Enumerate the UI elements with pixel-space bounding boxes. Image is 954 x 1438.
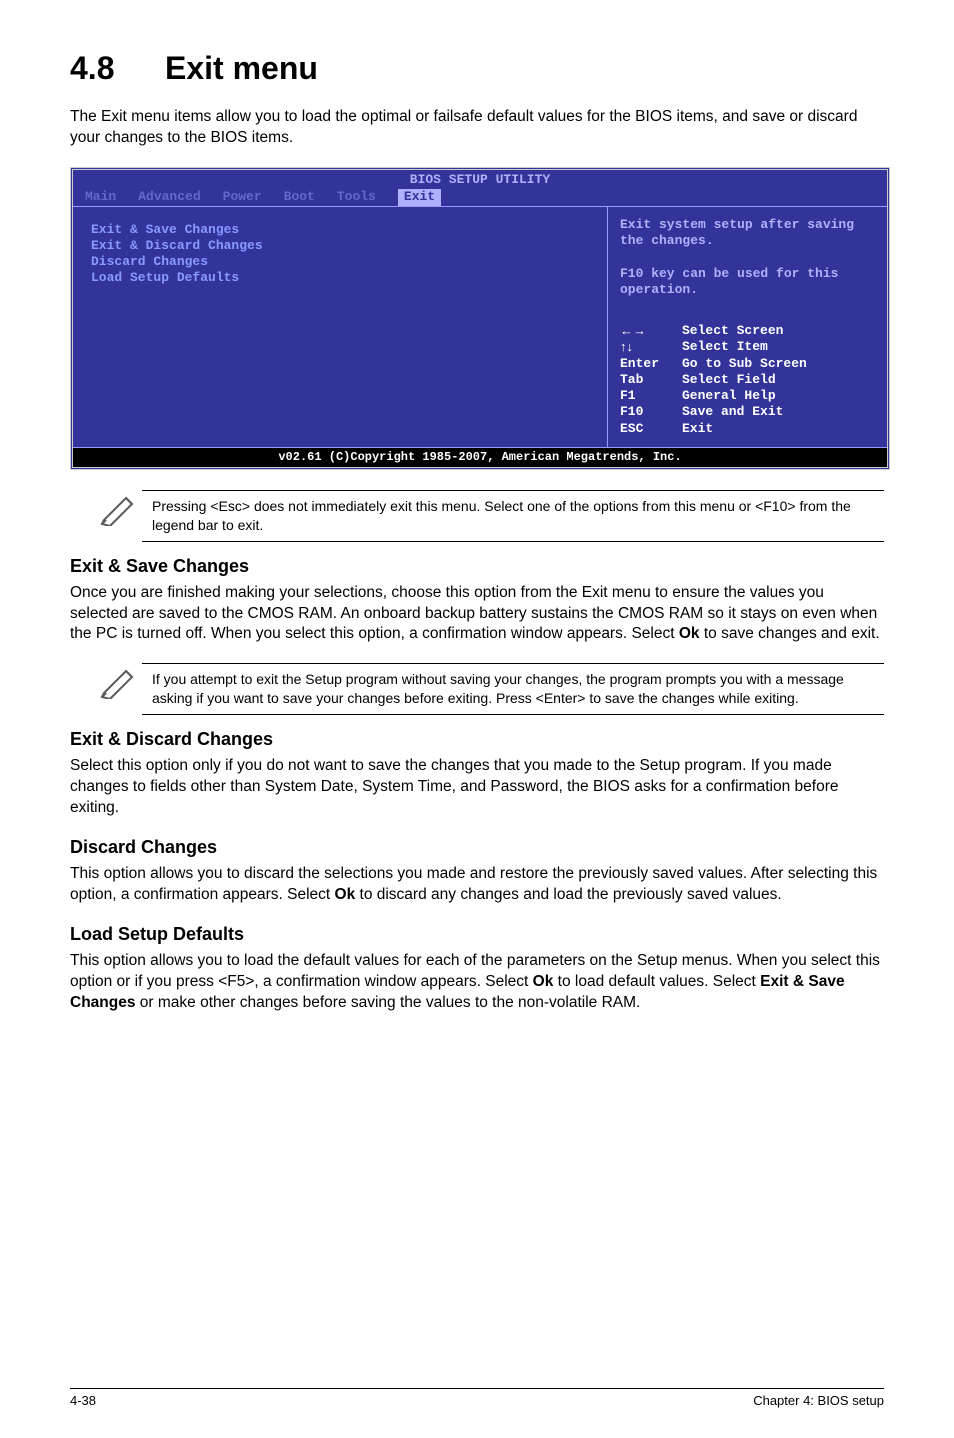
key-f1: F1 [620, 388, 682, 404]
key-f10-desc: Save and Exit [682, 404, 783, 420]
key-tab-desc: Select Field [682, 372, 776, 388]
pencil-icon [100, 663, 142, 701]
key-f1-desc: General Help [682, 388, 776, 404]
bios-menu-tools[interactable]: Tools [337, 189, 398, 206]
page-footer: 4-38 Chapter 4: BIOS setup [70, 1388, 884, 1408]
key-lr-icon: ←→ [620, 323, 682, 339]
para-discard: This option allows you to discard the se… [70, 864, 884, 906]
footer-page-number: 4-38 [70, 1393, 96, 1408]
bios-menu-exit[interactable]: Exit [398, 189, 441, 206]
note-exit-without-save-text: If you attempt to exit the Setup program… [142, 663, 884, 715]
page-title: 4.8Exit menu [70, 50, 884, 87]
bios-menu-boot[interactable]: Boot [284, 189, 337, 206]
key-enter-desc: Go to Sub Screen [682, 356, 807, 372]
heading-load-defaults: Load Setup Defaults [70, 924, 884, 945]
heading-exit-discard: Exit & Discard Changes [70, 729, 884, 750]
para-exit-discard: Select this option only if you do not wa… [70, 756, 884, 819]
pencil-icon [100, 490, 142, 528]
key-lr-desc: Select Screen [682, 323, 783, 339]
bios-menu-advanced[interactable]: Advanced [138, 189, 222, 206]
heading-exit-save: Exit & Save Changes [70, 556, 884, 577]
key-esc: ESC [620, 421, 682, 437]
key-tab: Tab [620, 372, 682, 388]
key-esc-desc: Exit [682, 421, 713, 437]
bios-item-load-defaults[interactable]: Load Setup Defaults [91, 270, 589, 285]
para-load-defaults: This option allows you to load the defau… [70, 951, 884, 1014]
bios-panel: BIOS SETUP UTILITY Main Advanced Power B… [70, 167, 890, 470]
key-ud-desc: Select Item [682, 339, 768, 355]
note-esc: Pressing <Esc> does not immediately exit… [100, 490, 884, 542]
section-name: Exit menu [165, 50, 318, 86]
bios-right-pane: Exit system setup after saving the chang… [607, 207, 887, 447]
para-exit-save: Once you are finished making your select… [70, 583, 884, 646]
bios-item-exit-save[interactable]: Exit & Save Changes [91, 222, 589, 237]
key-f10: F10 [620, 404, 682, 420]
bios-help-text: Exit system setup after saving the chang… [620, 217, 875, 298]
key-enter: Enter [620, 356, 682, 372]
bios-menubar: Main Advanced Power Boot Tools Exit [73, 189, 887, 206]
intro-paragraph: The Exit menu items allow you to load th… [70, 107, 884, 149]
note-esc-text: Pressing <Esc> does not immediately exit… [142, 490, 884, 542]
heading-discard: Discard Changes [70, 837, 884, 858]
section-number: 4.8 [70, 50, 165, 87]
bios-menu-main[interactable]: Main [85, 189, 138, 206]
bios-footer: v02.61 (C)Copyright 1985-2007, American … [73, 447, 887, 467]
bios-item-discard[interactable]: Discard Changes [91, 254, 589, 269]
key-ud-icon: ↑↓ [620, 339, 682, 355]
footer-chapter: Chapter 4: BIOS setup [753, 1393, 884, 1408]
bios-left-pane: Exit & Save Changes Exit & Discard Chang… [73, 207, 607, 447]
bios-menu-power[interactable]: Power [223, 189, 284, 206]
bios-item-exit-discard[interactable]: Exit & Discard Changes [91, 238, 589, 253]
note-exit-without-save: If you attempt to exit the Setup program… [100, 663, 884, 715]
bios-titlebar: BIOS SETUP UTILITY [73, 170, 887, 189]
bios-key-legend: ←→Select Screen ↑↓Select Item EnterGo to… [620, 323, 875, 437]
